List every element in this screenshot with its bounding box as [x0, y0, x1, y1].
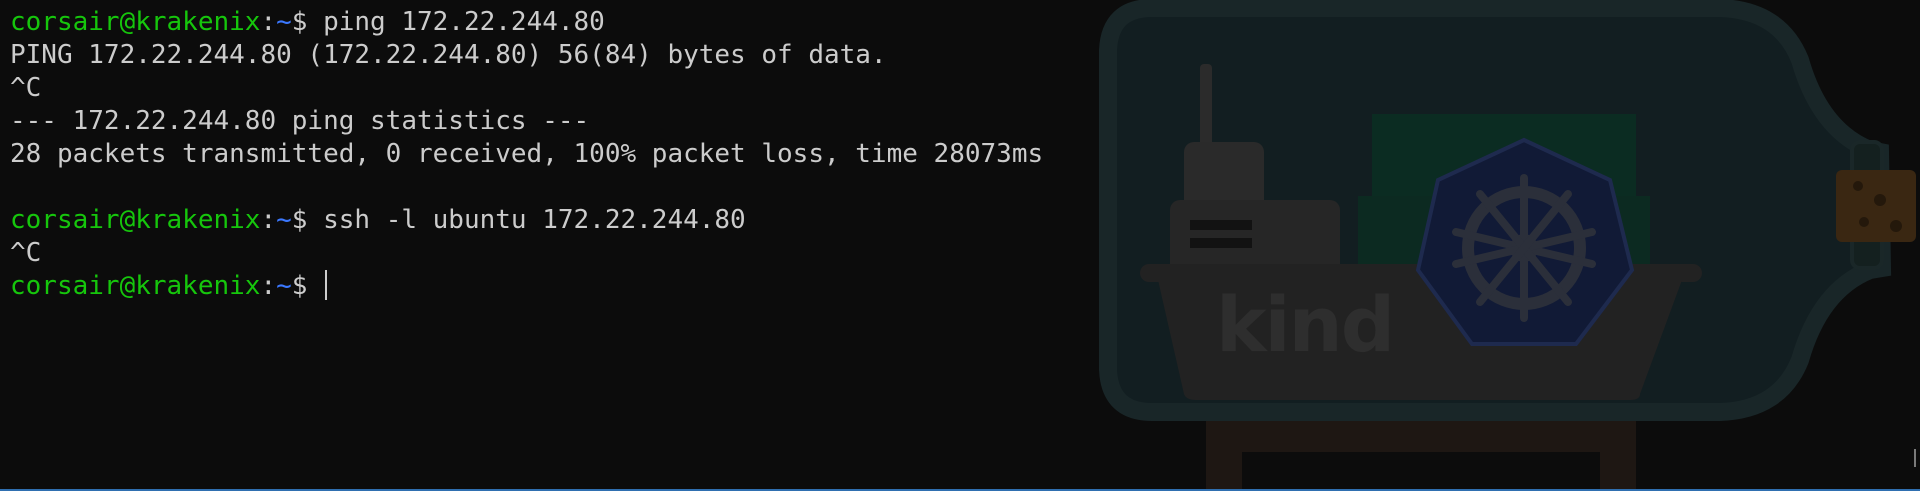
output-line: PING 172.22.244.80 (172.22.244.80) 56(84…: [10, 40, 887, 70]
command-text: ssh -l ubuntu 172.22.244.80: [307, 205, 746, 235]
kind-logo-text: kind: [1216, 280, 1395, 369]
prompt-colon: :: [260, 271, 277, 301]
prompt-line: corsair@krakenix:~$ ssh -l ubuntu 172.22…: [10, 204, 1043, 237]
stand-gap: [1242, 452, 1600, 491]
bottle-neck: [1850, 140, 1884, 270]
terminal-window[interactable]: kind corsair@krakenix:~$ ping 172.22.244…: [0, 0, 1920, 491]
text-cursor[interactable]: [325, 270, 328, 300]
prompt-colon: :: [260, 205, 277, 235]
stand: [1206, 418, 1636, 491]
prompt-path: ~: [276, 205, 292, 235]
prompt-symbol: $: [291, 7, 308, 37]
scrollbar-indicator[interactable]: [1914, 449, 1916, 467]
cork: [1836, 170, 1916, 242]
container-back: [1372, 114, 1636, 204]
container-front: [1358, 196, 1650, 266]
kubernetes-wheel: [1415, 137, 1635, 346]
prompt-line: corsair@krakenix:~$ ping 172.22.244.80: [10, 6, 1043, 39]
prompt-symbol: $: [291, 205, 308, 235]
cabin: [1170, 200, 1340, 276]
prompt-user-host: corsair@krakenix: [10, 271, 261, 301]
prompt-line: corsair@krakenix:~$: [10, 270, 1043, 303]
antenna: [1200, 64, 1212, 154]
terminal-output: corsair@krakenix:~$ ping 172.22.244.80 PI…: [10, 6, 1043, 303]
output-line: --- 172.22.244.80 ping statistics ---: [10, 106, 590, 136]
output-line: ^C: [10, 73, 42, 103]
output-line: 28 packets transmitted, 0 received, 100%…: [10, 139, 1044, 169]
output-line: ^C: [10, 238, 42, 268]
prompt-user-host: corsair@krakenix: [10, 7, 261, 37]
prompt-path: ~: [276, 7, 292, 37]
bridge: [1184, 142, 1264, 222]
prompt-path: ~: [276, 271, 292, 301]
prompt-user-host: corsair@krakenix: [10, 205, 261, 235]
prompt-symbol: $: [291, 271, 308, 301]
command-text: ping 172.22.244.80: [307, 7, 605, 37]
prompt-colon: :: [260, 7, 277, 37]
command-text: [307, 271, 323, 301]
